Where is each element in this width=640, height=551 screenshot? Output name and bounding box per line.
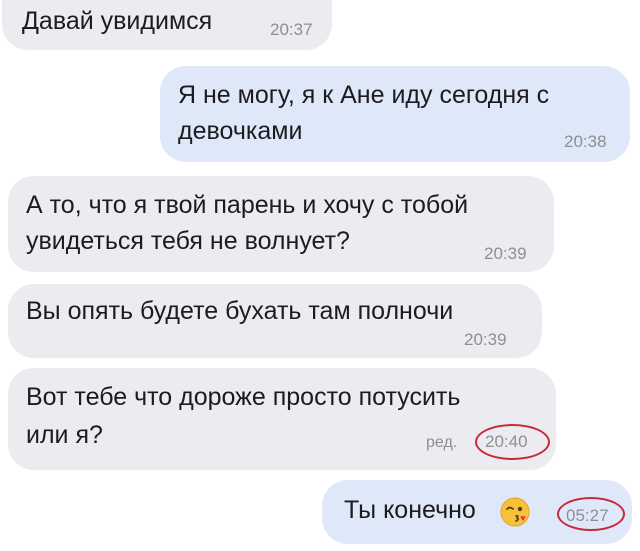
message-timestamp: 20:37 bbox=[270, 20, 313, 39]
message-text: А то, что я твой парень и хочу с тобой bbox=[26, 191, 469, 219]
message-timestamp: 20:39 bbox=[484, 244, 527, 263]
message-text: Вот тебе что дороже просто потусить bbox=[26, 383, 461, 411]
edited-label: ред. bbox=[426, 434, 458, 451]
message-text: Ты конечно bbox=[344, 496, 476, 524]
message-text: Давай увидимся bbox=[22, 7, 213, 35]
message-text: Я не могу, я к Ане иду сегодня с bbox=[178, 81, 550, 109]
message-bubble-incoming[interactable]: А то, что я твой парень и хочу с тобой у… bbox=[8, 176, 554, 272]
message-bubble-incoming[interactable]: Давай увидимся 20:37 bbox=[2, 0, 332, 50]
message-text: Вы опять будете бухать там полночи bbox=[26, 297, 454, 325]
message-bubble-incoming[interactable]: Вот тебе что дороже просто потусить или … bbox=[8, 368, 556, 470]
kissing-face-winking-emoji bbox=[500, 497, 530, 527]
message-bubble-incoming[interactable]: Вы опять будете бухать там полночи 20:39 bbox=[8, 284, 542, 358]
highlight-circle bbox=[557, 497, 625, 531]
message-text: девочками bbox=[178, 117, 303, 145]
message-timestamp: 20:39 bbox=[464, 330, 507, 349]
message-text: или я? bbox=[26, 421, 103, 449]
message-bubble-outgoing[interactable]: Я не могу, я к Ане иду сегодня с девочка… bbox=[160, 66, 630, 162]
message-timestamp: 20:38 bbox=[564, 132, 607, 151]
message-bubble-outgoing[interactable]: Ты конечно 05:27 bbox=[322, 480, 632, 544]
highlight-circle bbox=[475, 424, 550, 460]
message-text: увидеться тебя не волнует? bbox=[26, 227, 350, 255]
